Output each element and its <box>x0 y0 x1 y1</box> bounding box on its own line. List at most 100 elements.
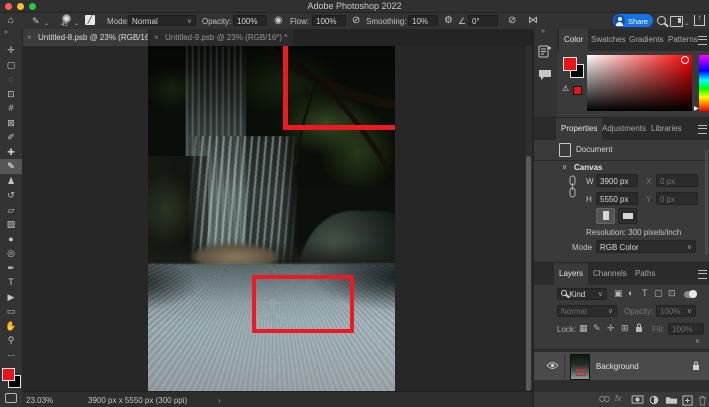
delete-layer-icon[interactable] <box>698 395 707 406</box>
pen-tool[interactable]: ✒ <box>0 261 22 276</box>
layer-fill-select[interactable]: 100%∨ <box>668 323 704 335</box>
document-tab-untitled-9[interactable]: × Untitled-9.psb @ 23% (RGB/16*) * <box>148 29 293 46</box>
layer-effects-icon[interactable]: fx <box>615 394 621 403</box>
new-group-icon[interactable] <box>665 395 678 405</box>
smoothing-gear-icon[interactable]: ⚙ <box>444 15 453 27</box>
layer-row-background[interactable]: Background <box>534 352 709 380</box>
width-field[interactable]: 3900 px <box>596 174 638 187</box>
tab-properties[interactable]: Properties <box>556 118 602 140</box>
crop-tool[interactable]: # <box>0 101 22 116</box>
home-icon[interactable]: ⌂ <box>8 15 14 27</box>
panel-scrollbar-thumb[interactable] <box>705 150 708 255</box>
tab-color[interactable]: Color <box>559 29 588 51</box>
tab-layers[interactable]: Layers <box>554 263 588 285</box>
pressure-size-icon[interactable]: ⊘ <box>508 15 516 27</box>
symmetry-icon[interactable]: ⋈ <box>528 15 538 27</box>
clone-stamp-tool[interactable]: ♟ <box>0 174 22 189</box>
lock-pixels-icon[interactable]: ✎ <box>593 323 601 334</box>
eyedropper-tool[interactable]: ✐ <box>0 130 22 145</box>
panel-menu-icon[interactable] <box>698 125 707 134</box>
foreground-color-swatch[interactable] <box>2 368 15 381</box>
close-tab-icon[interactable]: × <box>27 29 32 46</box>
filter-smart-objects-icon[interactable]: ⊡ <box>668 288 676 299</box>
document-tab-untitled-8[interactable]: × Untitled-8.psb @ 23% (RGB/16*) * <box>22 29 166 46</box>
x-field[interactable]: 0 px <box>656 174 698 187</box>
spot-healing-tool[interactable]: ✚ <box>0 145 22 160</box>
close-tab-icon[interactable]: × <box>154 29 159 46</box>
tab-libraries[interactable]: Libraries <box>646 118 687 140</box>
smoothing-select[interactable]: 10%∨ <box>408 15 438 26</box>
y-field[interactable]: 0 px <box>656 192 698 205</box>
canvas-section-chevron-icon[interactable]: ∨ <box>562 163 567 171</box>
layer-filter-kind-select[interactable]: Kind∨ <box>557 288 607 300</box>
frame-tool[interactable]: ⊠ <box>0 116 22 131</box>
hue-slider[interactable] <box>699 55 709 111</box>
color-field-marker[interactable] <box>681 56 689 64</box>
pressure-opacity-icon[interactable]: ◉ <box>274 15 283 27</box>
toolbar-collapse-chevron-icon[interactable]: » <box>4 29 8 36</box>
lasso-tool[interactable]: ◌ <box>0 72 22 87</box>
add-layer-mask-icon[interactable] <box>631 395 644 404</box>
hand-tool[interactable]: ✋ <box>0 319 22 334</box>
color-mode-select[interactable]: RGB Color∨ <box>596 240 696 253</box>
move-tool[interactable]: ✛ <box>0 43 22 58</box>
document-canvas-image[interactable] <box>148 46 395 391</box>
layer-filtering-toggle[interactable] <box>684 291 697 298</box>
tab-adjustments[interactable]: Adjustments <box>597 118 651 140</box>
zoom-tool[interactable]: ⚲ <box>0 333 22 348</box>
current-tool-brush-icon[interactable]: ✎ <box>32 15 40 27</box>
dodge-tool[interactable]: ◎ <box>0 246 22 261</box>
scrollbar-thumb[interactable] <box>526 156 531 391</box>
lock-artboard-icon[interactable]: ⊞ <box>621 323 629 334</box>
eraser-tool[interactable]: ▱ <box>0 203 22 218</box>
lock-transparency-icon[interactable]: ▦ <box>579 323 588 334</box>
portrait-orientation-button[interactable] <box>596 208 615 224</box>
gamut-closest-color-swatch[interactable] <box>573 86 582 95</box>
brush-tool[interactable]: ✎ <box>0 159 22 174</box>
layer-visibility-eye-icon[interactable] <box>546 361 559 370</box>
edit-toolbar-icon[interactable]: ⋯ <box>0 351 22 360</box>
canvas-section-label[interactable]: Canvas <box>574 163 602 172</box>
export-icon[interactable]: ↑ <box>694 15 705 26</box>
brush-settings-panel-icon[interactable]: ╱ <box>85 15 95 25</box>
layer-name[interactable]: Background <box>596 362 639 371</box>
tab-gradients[interactable]: Gradients <box>624 29 669 51</box>
type-tool[interactable]: T <box>0 275 22 290</box>
path-selection-tool[interactable]: ▶ <box>0 290 22 305</box>
foreground-color-swatch[interactable] <box>563 57 577 71</box>
shape-tool[interactable]: ▭ <box>0 304 22 319</box>
link-dimensions-icon[interactable] <box>569 174 576 200</box>
zoom-level-field[interactable]: 23.03% <box>26 396 53 405</box>
layer-lock-badge-icon[interactable] <box>692 361 700 371</box>
tab-paths[interactable]: Paths <box>630 263 660 285</box>
hue-slider-marker[interactable]: ▶ <box>694 105 699 112</box>
search-icon[interactable] <box>657 16 666 25</box>
brush-angle-field[interactable]: 0° <box>468 15 498 26</box>
color-saturation-field[interactable] <box>587 55 692 111</box>
new-layer-icon[interactable] <box>682 395 693 406</box>
filter-pixel-layers-icon[interactable]: ▣ <box>614 288 623 299</box>
blend-mode-select[interactable]: Normal∨ <box>128 15 196 26</box>
status-chevron-icon[interactable]: › <box>218 396 221 405</box>
workspace-switcher-icon[interactable] <box>670 16 683 27</box>
filter-adjustment-layers-icon[interactable]: ◐ <box>628 288 633 298</box>
tab-patterns[interactable]: Patterns <box>663 29 703 51</box>
layer-blend-mode-select[interactable]: Normal∨ <box>557 305 617 317</box>
filter-type-layers-icon[interactable]: T <box>642 288 648 298</box>
blur-tool[interactable]: ● <box>0 232 22 247</box>
quick-mask-icon[interactable] <box>5 393 17 403</box>
canvas-vertical-scrollbar[interactable] <box>524 46 532 391</box>
layer-opacity-select[interactable]: 100%∨ <box>656 305 696 317</box>
gamut-warning-icon[interactable]: ⚠ <box>562 84 569 93</box>
marquee-tool[interactable]: ▢ <box>0 58 22 73</box>
history-panel-icon[interactable] <box>538 45 553 58</box>
dock-collapse-chevron-icon[interactable]: » <box>541 28 545 35</box>
filter-shape-layers-icon[interactable]: ▢ <box>654 288 663 299</box>
airbrush-icon[interactable]: ⊘ <box>352 15 360 27</box>
opacity-select[interactable]: 100%∨ <box>233 15 267 26</box>
height-field[interactable]: 5550 px <box>596 192 638 205</box>
layer-thumbnail[interactable] <box>570 354 590 380</box>
object-selection-tool[interactable]: ⊡ <box>0 87 22 102</box>
lock-all-icon[interactable] <box>635 323 643 335</box>
gradient-tool[interactable]: ▨ <box>0 217 22 232</box>
